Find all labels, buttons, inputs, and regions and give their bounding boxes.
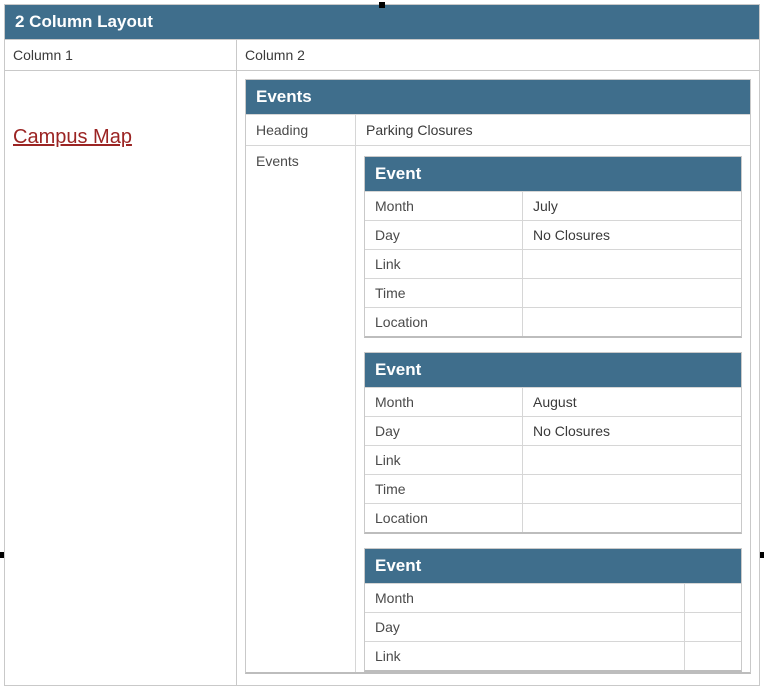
events-heading-value: Parking Closures — [356, 115, 750, 145]
event-title: Event — [365, 157, 741, 191]
event-month-row: Month August — [365, 387, 741, 416]
event-location-row: Location — [365, 503, 741, 532]
event-link-label: Link — [365, 642, 685, 670]
event-title: Event — [365, 353, 741, 387]
event-link-row: Link — [365, 249, 741, 278]
event-panel: Event Month July Day No Closures Link — [364, 156, 742, 338]
events-heading-label: Heading — [246, 115, 356, 145]
event-time-value — [523, 475, 741, 503]
layout-container: 2 Column Layout Column 1 Column 2 Campus… — [4, 4, 760, 686]
column-1: Campus Map — [5, 71, 237, 685]
event-day-row: Day No Closures — [365, 220, 741, 249]
events-heading-row: Heading Parking Closures — [246, 114, 750, 145]
event-time-value — [523, 279, 741, 307]
event-month-label: Month — [365, 584, 685, 612]
column-2-header: Column 2 — [237, 40, 759, 70]
event-link-label: Link — [365, 446, 523, 474]
events-list-label: Events — [246, 146, 356, 672]
resize-handle-left[interactable] — [0, 552, 4, 558]
event-location-label: Location — [365, 308, 523, 336]
event-month-value: August — [523, 388, 741, 416]
event-location-value — [523, 504, 741, 532]
event-title: Event — [365, 549, 741, 583]
event-time-label: Time — [365, 279, 523, 307]
event-link-value — [685, 642, 741, 670]
event-link-value — [523, 250, 741, 278]
event-day-value: No Closures — [523, 221, 741, 249]
event-day-label: Day — [365, 613, 685, 641]
event-day-row: Day No Closures — [365, 416, 741, 445]
event-panel: Event Month Day Link — [364, 548, 742, 672]
event-day-label: Day — [365, 221, 523, 249]
resize-handle-right[interactable] — [760, 552, 764, 558]
events-list-row: Events Event Month July Day No Closures — [246, 145, 750, 672]
column-1-header: Column 1 — [5, 40, 237, 70]
layout-title: 2 Column Layout — [5, 5, 759, 40]
event-time-row: Time — [365, 278, 741, 307]
event-location-label: Location — [365, 504, 523, 532]
events-panel-title: Events — [246, 80, 750, 114]
event-day-value: No Closures — [523, 417, 741, 445]
event-day-label: Day — [365, 417, 523, 445]
event-link-row: Link — [365, 641, 741, 670]
event-link-label: Link — [365, 250, 523, 278]
event-month-label: Month — [365, 192, 523, 220]
event-day-value — [685, 613, 741, 641]
event-link-row: Link — [365, 445, 741, 474]
event-time-label: Time — [365, 475, 523, 503]
campus-map-link[interactable]: Campus Map — [13, 126, 228, 149]
events-panel: Events Heading Parking Closures Events E… — [245, 79, 751, 674]
event-month-value: July — [523, 192, 741, 220]
event-location-value — [523, 308, 741, 336]
resize-handle-top[interactable] — [379, 2, 385, 8]
column-header-row: Column 1 Column 2 — [5, 40, 759, 71]
event-month-row: Month July — [365, 191, 741, 220]
event-panel: Event Month August Day No Closures Link — [364, 352, 742, 534]
column-2: Events Heading Parking Closures Events E… — [237, 71, 759, 685]
event-location-row: Location — [365, 307, 741, 336]
event-month-label: Month — [365, 388, 523, 416]
event-day-row: Day — [365, 612, 741, 641]
event-time-row: Time — [365, 474, 741, 503]
event-month-row: Month — [365, 583, 741, 612]
events-list-container: Event Month July Day No Closures Link — [356, 146, 750, 672]
event-link-value — [523, 446, 741, 474]
event-month-value — [685, 584, 741, 612]
content-row: Campus Map Events Heading Parking Closur… — [5, 71, 759, 685]
